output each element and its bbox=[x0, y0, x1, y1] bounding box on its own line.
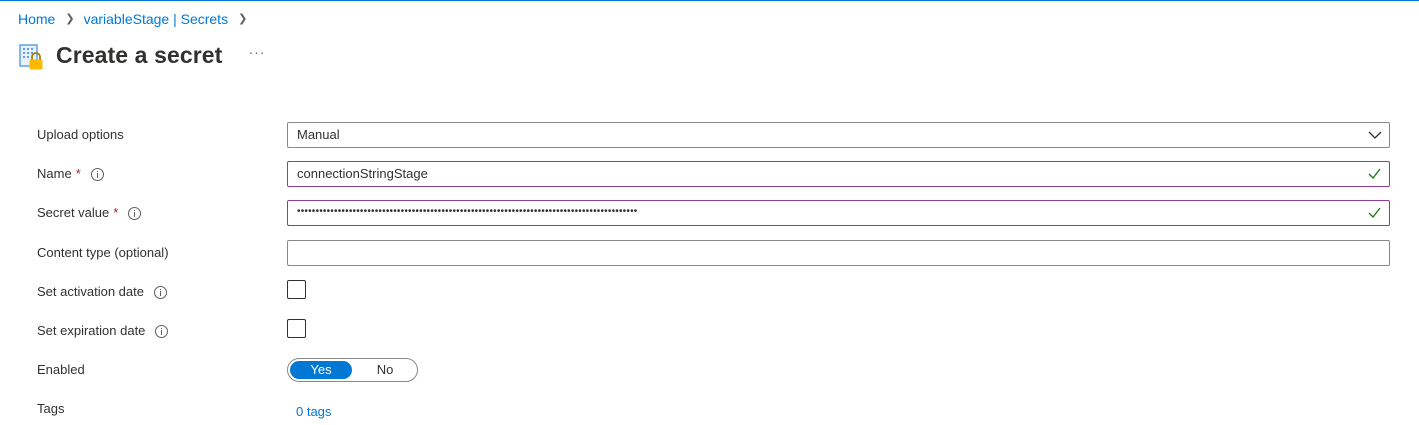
enabled-label: Enabled bbox=[37, 362, 85, 377]
name-label: Name * bbox=[37, 161, 104, 187]
secret-value-row: Secret value * •••••••••••••••••••••••••… bbox=[37, 200, 1390, 226]
tags-label: Tags bbox=[37, 401, 65, 416]
name-input[interactable]: connectionStringStage bbox=[287, 161, 1390, 187]
tags-row: Tags 0 tags bbox=[37, 396, 1387, 422]
enabled-yes-option[interactable]: Yes bbox=[290, 361, 352, 379]
expiration-date-checkbox[interactable] bbox=[287, 319, 306, 338]
page-header: Create a secret ··· bbox=[18, 38, 265, 72]
content-type-input[interactable] bbox=[287, 240, 1390, 266]
enabled-row: Enabled Yes No bbox=[37, 357, 1387, 383]
checkmark-icon bbox=[1368, 207, 1381, 218]
expiration-date-row: Set expiration date bbox=[37, 318, 1387, 344]
page-title: Create a secret bbox=[56, 41, 223, 68]
chevron-right-icon: ❯ bbox=[238, 13, 248, 25]
expiration-date-label: Set expiration date bbox=[37, 318, 169, 344]
activation-date-row: Set activation date bbox=[37, 279, 1387, 305]
tags-link[interactable]: 0 tags bbox=[287, 404, 331, 419]
info-icon[interactable] bbox=[128, 206, 142, 220]
chevron-right-icon: ❯ bbox=[65, 13, 75, 25]
more-options-icon[interactable]: ··· bbox=[248, 44, 265, 60]
required-marker: * bbox=[113, 205, 119, 220]
enabled-toggle[interactable]: Yes No bbox=[287, 358, 418, 382]
upload-options-row: Upload options Manual bbox=[37, 122, 1390, 148]
key-vault-secret-icon bbox=[18, 38, 46, 72]
content-type-label: Content type (optional) bbox=[37, 245, 169, 260]
chevron-down-icon bbox=[1368, 131, 1382, 139]
info-icon[interactable] bbox=[155, 324, 169, 338]
info-icon[interactable] bbox=[153, 285, 167, 299]
upload-options-dropdown[interactable]: Manual bbox=[287, 122, 1390, 148]
secret-value-label: Secret value * bbox=[37, 200, 142, 226]
breadcrumb: Home ❯ variableStage | Secrets ❯ bbox=[18, 11, 256, 27]
name-row: Name * connectionStringStage bbox=[37, 161, 1390, 187]
content-type-row: Content type (optional) bbox=[37, 240, 1390, 266]
breadcrumb-home[interactable]: Home bbox=[18, 11, 55, 27]
checkmark-icon bbox=[1368, 168, 1381, 179]
required-marker: * bbox=[75, 166, 81, 181]
activation-date-label: Set activation date bbox=[37, 279, 167, 305]
secret-value-input[interactable]: ••••••••••••••••••••••••••••••••••••••••… bbox=[287, 200, 1390, 226]
top-accent-line bbox=[0, 0, 1419, 1]
info-icon[interactable] bbox=[90, 167, 104, 181]
enabled-no-option[interactable]: No bbox=[354, 361, 416, 379]
breadcrumb-secrets[interactable]: variableStage | Secrets bbox=[84, 11, 229, 27]
upload-options-label: Upload options bbox=[37, 127, 124, 142]
activation-date-checkbox[interactable] bbox=[287, 280, 306, 299]
